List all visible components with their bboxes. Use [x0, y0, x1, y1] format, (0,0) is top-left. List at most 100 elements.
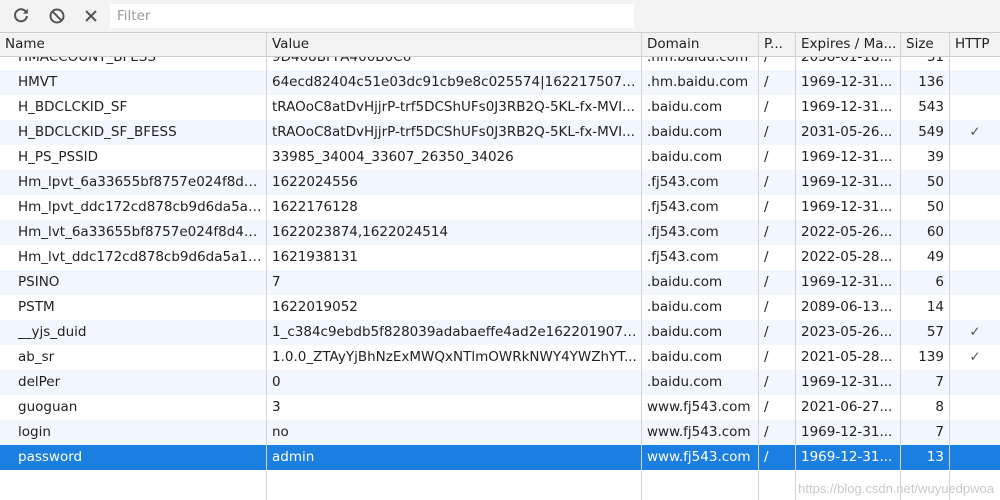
- cookies-toolbar: [0, 0, 1000, 33]
- table-row[interactable]: Hm_lvt_ddc172cd878cb9d6da5a10... 16219381…: [0, 245, 1000, 270]
- cookie-value-cell: 0: [272, 374, 281, 390]
- column-divider[interactable]: [949, 33, 950, 500]
- cookie-size-cell: 50: [926, 174, 944, 190]
- refresh-icon[interactable]: [10, 5, 32, 27]
- cookie-path-cell: /: [764, 124, 769, 140]
- cookie-name-cell: Hm_lpvt_6a33655bf8757e024f8d4...: [18, 174, 264, 190]
- cookie-size-cell: 60: [926, 224, 944, 240]
- cookie-name-cell: Hm_lpvt_ddc172cd878cb9d6da5a1...: [18, 199, 264, 215]
- table-row[interactable]: PSTM 1622019052 .baidu.com / 2089-06-13... 14: [0, 295, 1000, 320]
- cookie-path-cell: /: [764, 57, 769, 65]
- table-row[interactable]: HMVT 64ecd82404c51e03dc91cb9e8c025574|162…: [0, 70, 1000, 95]
- cookie-http-cell: [952, 420, 998, 445]
- cookie-domain-cell: .hm.baidu.com: [647, 74, 749, 90]
- cookie-name-cell: password: [18, 449, 83, 465]
- cookie-domain-cell: .fj543.com: [647, 224, 719, 240]
- table-row[interactable]: login no www.fj543.com / 1969-12-31... 7: [0, 420, 1000, 445]
- table-row[interactable]: password admin www.fj543.com / 1969-12-31...…: [0, 445, 1000, 470]
- cookie-http-cell: ✓: [969, 324, 981, 340]
- cookie-domain-cell: .fj543.com: [647, 174, 719, 190]
- cookie-size-cell: 14: [926, 299, 944, 315]
- cookie-name-cell: PSINO: [18, 274, 60, 290]
- cookie-http-cell: [952, 445, 998, 470]
- watermark-text: https://blog.csdn.net/wuyuedpwoa: [798, 481, 994, 496]
- cookie-path-cell: /: [764, 274, 769, 290]
- cookie-domain-cell: .baidu.com: [647, 99, 723, 115]
- cookie-value-cell: 64ecd82404c51e03dc91cb9e8c025574|1622175…: [272, 74, 638, 90]
- cookie-http-cell: [952, 57, 998, 70]
- cookie-path-cell: /: [764, 249, 769, 265]
- table-row[interactable]: __yjs_duid 1_c384c9ebdb5f828039adabaeffe4…: [0, 320, 1000, 345]
- cookie-path-cell: /: [764, 399, 769, 415]
- cookie-value-cell: 33985_34004_33607_26350_34026: [272, 149, 514, 165]
- table-row[interactable]: H_BDCLCKID_SF tRAOoC8atDvHjjrP-trf5DCShUF…: [0, 95, 1000, 120]
- cookie-domain-cell: .baidu.com: [647, 124, 723, 140]
- table-row[interactable]: delPer 0 .baidu.com / 1969-12-31... 7: [0, 370, 1000, 395]
- cookie-name-cell: __yjs_duid: [18, 324, 87, 340]
- table-row[interactable]: Hm_lvt_6a33655bf8757e024f8d48... 16220238…: [0, 220, 1000, 245]
- cookie-expires-cell: 2021-06-27...: [801, 399, 893, 415]
- cookie-size-cell: 7: [935, 374, 944, 390]
- cookie-size-cell: 6: [935, 274, 944, 290]
- cookie-http-cell: [952, 220, 998, 245]
- cookie-value-cell: 1.0.0_ZTAyYjBhNzExMWQxNTlmOWRkNWY4YWZhYT…: [272, 349, 637, 365]
- cookie-path-cell: /: [764, 299, 769, 315]
- filter-input[interactable]: [110, 4, 634, 28]
- cookie-expires-cell: 1969-12-31...: [801, 374, 893, 390]
- cookie-domain-cell: www.fj543.com: [647, 399, 751, 415]
- column-divider[interactable]: [795, 33, 796, 500]
- cookie-expires-cell: 2023-05-26...: [801, 324, 893, 340]
- column-header-path[interactable]: P...: [759, 33, 795, 56]
- cookie-size-cell: 7: [935, 424, 944, 440]
- cookie-path-cell: /: [764, 199, 769, 215]
- cookie-expires-cell: 1969-12-31...: [801, 99, 893, 115]
- cookie-name-cell: HMVT: [18, 74, 58, 90]
- cookie-value-cell: 1621938131: [272, 249, 358, 265]
- cookie-expires-cell: 1969-12-31...: [801, 449, 893, 465]
- cookie-expires-cell: 2038-01-18...: [801, 57, 893, 65]
- column-divider[interactable]: [900, 33, 901, 500]
- clear-all-icon[interactable]: [46, 5, 68, 27]
- cookie-expires-cell: 2022-05-28...: [801, 249, 893, 265]
- cookie-name-cell: delPer: [18, 374, 61, 390]
- cookie-size-cell: 136: [918, 74, 944, 90]
- table-row[interactable]: HMACCOUNT_BFESS 9D408BFFA400B0C6 .hm.baidu…: [0, 57, 1000, 70]
- column-divider[interactable]: [641, 33, 642, 500]
- cookie-name-cell: Hm_lvt_6a33655bf8757e024f8d48...: [18, 224, 264, 240]
- cookie-expires-cell: 2089-06-13...: [801, 299, 893, 315]
- cookie-http-cell: [952, 245, 998, 270]
- cookie-path-cell: /: [764, 99, 769, 115]
- cookie-value-cell: no: [272, 424, 289, 440]
- column-divider[interactable]: [266, 33, 267, 500]
- column-header-name[interactable]: Name: [0, 33, 266, 56]
- cookie-size-cell: 8: [935, 399, 944, 415]
- cookie-value-cell: 1_c384c9ebdb5f828039adabaeffe4ad2e162201…: [272, 324, 638, 340]
- delete-selected-icon[interactable]: [80, 5, 102, 27]
- cookie-http-cell: [952, 295, 998, 320]
- column-header-http[interactable]: HTTP: [950, 33, 1000, 56]
- cookie-http-cell: [952, 95, 998, 120]
- cookie-value-cell: 7: [272, 274, 281, 290]
- column-divider[interactable]: [758, 33, 759, 500]
- table-row[interactable]: ab_sr 1.0.0_ZTAyYjBhNzExMWQxNTlmOWRkNWY4Y…: [0, 345, 1000, 370]
- table-row[interactable]: H_BDCLCKID_SF_BFESS tRAOoC8atDvHjjrP-trf5…: [0, 120, 1000, 145]
- table-row[interactable]: H_PS_PSSID 33985_34004_33607_26350_34026.…: [0, 145, 1000, 170]
- table-row[interactable]: PSINO 7 .baidu.com / 1969-12-31... 6: [0, 270, 1000, 295]
- cookie-path-cell: /: [764, 449, 769, 465]
- cookie-name-cell: H_PS_PSSID: [18, 149, 99, 165]
- cookie-value-cell: 1622023874,1622024514: [272, 224, 449, 240]
- column-header-value[interactable]: Value: [267, 33, 641, 56]
- cookie-size-cell: 57: [926, 324, 944, 340]
- table-row[interactable]: Hm_lpvt_ddc172cd878cb9d6da5a1... 16221761…: [0, 195, 1000, 220]
- column-header-expires[interactable]: Expires / Ma...: [796, 33, 900, 56]
- table-row[interactable]: Hm_lpvt_6a33655bf8757e024f8d4... 16220245…: [0, 170, 1000, 195]
- table-row[interactable]: guoguan 3 www.fj543.com / 2021-06-27... 8: [0, 395, 1000, 420]
- cookie-http-cell: [952, 145, 998, 170]
- column-header-size[interactable]: Size: [901, 33, 949, 56]
- cookie-value-cell: tRAOoC8atDvHjjrP-trf5DCShUFs0J3RB2Q-5KL-…: [272, 99, 635, 115]
- column-header-domain[interactable]: Domain: [642, 33, 758, 56]
- cookie-expires-cell: 1969-12-31...: [801, 174, 893, 190]
- cookies-table: Name Value Domain P... Expires / Ma... S…: [0, 33, 1000, 500]
- table-body[interactable]: HMACCOUNT_BFESS 9D408BFFA400B0C6 .hm.baidu…: [0, 57, 1000, 500]
- cookie-domain-cell: .fj543.com: [647, 199, 719, 215]
